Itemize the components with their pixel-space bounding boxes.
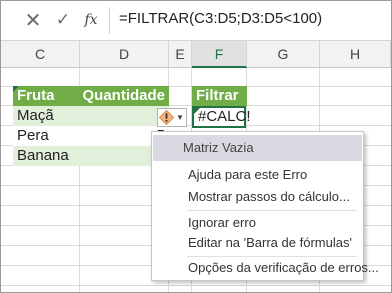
menu-item-help-on-error[interactable]: Ajuda para este Erro: [153, 164, 362, 186]
menu-item-edit-in-formula-bar[interactable]: Editar na 'Barra de fórmulas': [153, 232, 362, 254]
column-header-d[interactable]: D: [80, 41, 169, 68]
filter-indicator-icon: [13, 86, 19, 92]
menu-item-ignore-error[interactable]: Ignorar erro: [153, 212, 362, 234]
menu-item-show-calculation-steps[interactable]: Mostrar passos do cálculo...: [153, 186, 362, 208]
error-options-button[interactable]: ▼: [157, 108, 187, 127]
column-header-f[interactable]: F: [192, 41, 247, 68]
filter-header[interactable]: Filtrar: [192, 86, 247, 106]
error-options-menu: Matriz Vazia Ajuda para este Erro Mostra…: [151, 131, 379, 281]
menu-separator: [187, 210, 357, 211]
warning-diamond-icon: [158, 109, 175, 126]
table-header-quantidade[interactable]: Quantidade: [80, 86, 169, 106]
error-indicator-icon: [194, 108, 200, 114]
formula-bar-divider: [109, 7, 110, 34]
column-header-c[interactable]: C: [1, 41, 80, 68]
cancel-icon[interactable]: ✕: [23, 9, 43, 32]
enter-icon[interactable]: ✓: [53, 9, 73, 31]
table-cell-fruit[interactable]: Pera: [13, 126, 80, 146]
spreadsheet-window: ✕ ✓ fx =FILTRAR(C3:D5;D3:D5<100) C D E F…: [0, 0, 392, 293]
table-cell-fruit[interactable]: Maçã: [13, 106, 80, 126]
error-value: #CALC!: [198, 108, 251, 125]
grid-line: [1, 285, 391, 286]
table-header-fruta[interactable]: Fruta: [13, 86, 80, 106]
active-cell-f3[interactable]: #CALC!: [192, 106, 251, 128]
chevron-down-icon: ▼: [176, 113, 184, 122]
column-header-g[interactable]: G: [247, 41, 320, 68]
insert-function-button[interactable]: fx: [81, 9, 101, 31]
formula-bar: ✕ ✓ fx =FILTRAR(C3:D5;D3:D5<100): [1, 1, 391, 41]
column-header-h[interactable]: H: [320, 41, 391, 68]
table-cell-fruit[interactable]: Banana: [13, 146, 80, 166]
formula-input[interactable]: =FILTRAR(C3:D5;D3:D5<100): [119, 10, 322, 27]
table-cell-qty[interactable]: 2: [80, 106, 169, 126]
menu-title-empty-array: Matriz Vazia: [153, 135, 362, 161]
column-header-e[interactable]: E: [169, 41, 192, 68]
menu-item-error-checking-options[interactable]: Opções da verificação de erros...: [153, 257, 379, 279]
